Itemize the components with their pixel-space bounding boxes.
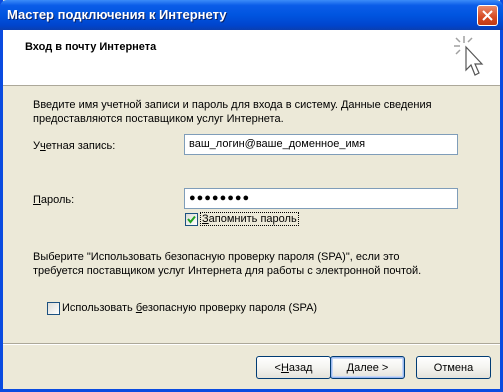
wizard-cursor-icon (454, 36, 484, 76)
footer-separator (3, 343, 500, 345)
cancel-button[interactable]: Отмена (416, 356, 491, 379)
spa-note-text: Выберите "Использовать безопасную провер… (33, 251, 422, 277)
close-button[interactable] (477, 5, 498, 26)
remember-password-label[interactable]: Запомнить пароль (200, 212, 299, 226)
remember-label-hotkey: З (202, 213, 209, 225)
account-label-pre: У (33, 140, 40, 152)
account-label: Учетная запись: (33, 140, 115, 152)
spa-label[interactable]: Использовать безопасную проверку пароля … (62, 302, 317, 314)
page-title: Вход в почту Интернета (25, 41, 157, 53)
password-label: Пароль: (33, 194, 74, 206)
next-button-hotkey: Д (346, 361, 355, 374)
window-title: Мастер подключения к Интернету (7, 7, 227, 22)
description-text: Введите имя учетной записи и пароль для … (33, 99, 432, 125)
wizard-header: Вход в почту Интернета (3, 30, 500, 86)
back-button[interactable]: < Назад (256, 356, 331, 379)
spa-label-pre: Использовать (62, 302, 136, 314)
close-icon (482, 10, 493, 21)
spa-label-post: езопасную проверку пароля (SPA) (142, 302, 318, 314)
next-button[interactable]: Далее > (330, 356, 405, 379)
remember-password-checkbox[interactable] (185, 213, 198, 226)
password-label-hotkey: П (33, 194, 41, 206)
back-button-label: азад (288, 361, 313, 374)
password-label-post: ароль: (40, 194, 75, 206)
next-button-label: алее > (354, 361, 389, 374)
spa-checkbox[interactable] (47, 302, 60, 315)
checkmark-icon (187, 215, 196, 224)
account-input[interactable]: ваш_логин@ваше_доменное_имя (184, 134, 458, 155)
title-bar[interactable]: Мастер подключения к Интернету (0, 0, 503, 30)
account-label-post: етная запись: (45, 140, 116, 152)
password-input[interactable]: ●●●●●●●● (184, 188, 458, 209)
back-button-hotkey: Н (280, 361, 289, 374)
remember-label-post: апомнить пароль (208, 213, 297, 225)
